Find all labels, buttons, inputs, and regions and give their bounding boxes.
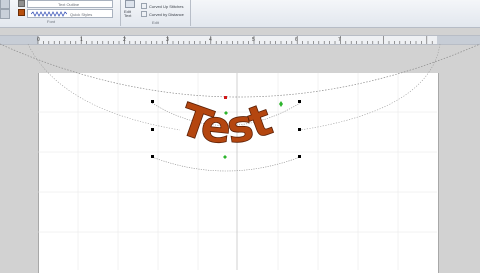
stitch-end-marker — [283, 125, 287, 129]
hoop-right-arc — [299, 43, 441, 131]
hoop-outer-curve — [0, 43, 480, 98]
stitch-start-marker — [174, 129, 178, 133]
design-canvas: Test — [0, 43, 480, 270]
curve-side-handle[interactable] — [279, 101, 283, 107]
curve-bottom-handle[interactable] — [223, 155, 227, 159]
resize-handle-tl[interactable] — [151, 100, 154, 103]
resize-handle-bl[interactable] — [151, 155, 154, 158]
rotate-handle[interactable] — [224, 96, 227, 99]
resize-handle-tr[interactable] — [298, 100, 301, 103]
wordart-text-path: Test — [173, 94, 280, 155]
resize-handle-ml[interactable] — [151, 128, 154, 131]
wordart-text[interactable]: Test — [173, 94, 280, 155]
hoop-left-arc — [27, 43, 181, 131]
resize-handle-br[interactable] — [298, 155, 301, 158]
resize-handle-mr[interactable] — [298, 128, 301, 131]
